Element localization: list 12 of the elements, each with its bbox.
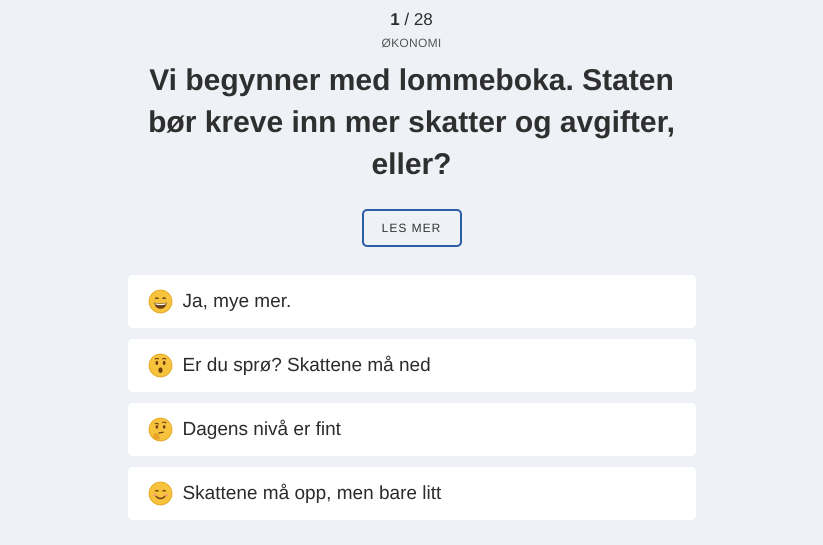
thinking-face-icon	[148, 417, 172, 442]
read-more-button[interactable]: LES MER	[362, 209, 462, 247]
answer-option[interactable]: Dagens nivå er fint	[128, 403, 696, 456]
question-heading: Vi begynner med lommeboka. Staten bør kreve inn mer skatter og avgifter, eller?	[147, 63, 676, 183]
answer-option[interactable]: Er du sprø? Skattene må ned	[128, 339, 696, 392]
answer-option[interactable]: Skattene må opp, men bare litt	[128, 467, 696, 520]
smiling-face-icon	[148, 289, 172, 314]
answer-option[interactable]: Ja, mye mer.	[128, 275, 696, 328]
smiling-face-icon	[148, 481, 172, 506]
question-counter: 1 / 28	[390, 10, 433, 29]
category-label: ØKONOMI	[381, 36, 442, 50]
surprised-face-icon	[148, 353, 172, 378]
